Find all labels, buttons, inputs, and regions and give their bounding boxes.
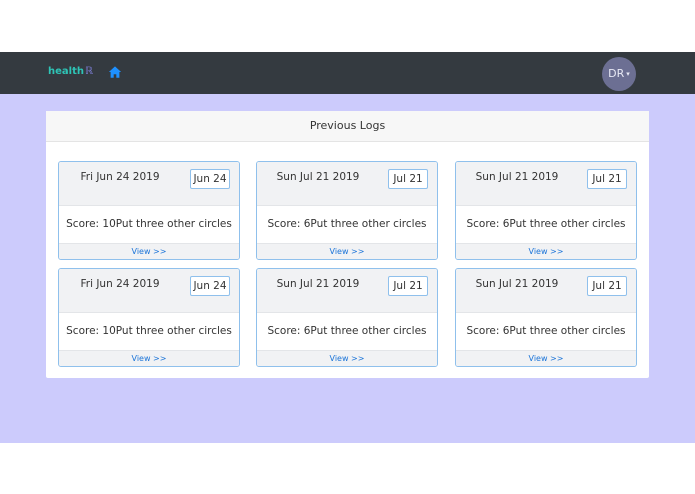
card-date: Sun Jul 21 2019 — [276, 278, 360, 290]
avatar-initials: DR — [608, 67, 625, 80]
card-score: Score: 6Put three other circles — [257, 206, 437, 243]
view-link[interactable]: View >> — [456, 350, 636, 366]
card-header: Sun Jul 21 2019 Jul 21 — [456, 162, 636, 206]
log-card: Sun Jul 21 2019 Jul 21 Score: 6Put three… — [455, 161, 637, 260]
previous-logs-panel: Previous Logs Fri Jun 24 2019 Jun 24 Sco… — [46, 111, 649, 378]
card-score: Score: 6Put three other circles — [456, 313, 636, 350]
view-link[interactable]: View >> — [59, 243, 239, 259]
card-header: Fri Jun 24 2019 Jun 24 — [59, 269, 239, 313]
card-date-badge: Jun 24 — [190, 169, 230, 189]
user-avatar-menu[interactable]: DR ▾ — [602, 57, 636, 91]
card-score: Score: 6Put three other circles — [456, 206, 636, 243]
chevron-down-icon: ▾ — [626, 70, 630, 78]
home-icon[interactable] — [108, 65, 122, 79]
card-score: Score: 6Put three other circles — [257, 313, 437, 350]
brand-logo[interactable]: healthℝ — [48, 66, 93, 77]
brand-text: health — [48, 66, 84, 77]
main-content: Previous Logs Fri Jun 24 2019 Jun 24 Sco… — [0, 94, 695, 443]
card-date: Fri Jun 24 2019 — [80, 278, 160, 290]
card-header: Sun Jul 21 2019 Jul 21 — [257, 162, 437, 206]
card-date-badge: Jul 21 — [587, 276, 627, 296]
view-link[interactable]: View >> — [257, 350, 437, 366]
view-link[interactable]: View >> — [456, 243, 636, 259]
view-link[interactable]: View >> — [59, 350, 239, 366]
log-card: Fri Jun 24 2019 Jun 24 Score: 10Put thre… — [58, 268, 240, 367]
card-date-badge: Jul 21 — [587, 169, 627, 189]
card-score: Score: 10Put three other circles — [59, 206, 239, 243]
panel-title: Previous Logs — [46, 111, 649, 142]
card-date: Fri Jun 24 2019 — [80, 171, 160, 183]
card-score: Score: 10Put three other circles — [59, 313, 239, 350]
card-date-badge: Jun 24 — [190, 276, 230, 296]
log-card: Fri Jun 24 2019 Jun 24 Score: 10Put thre… — [58, 161, 240, 260]
card-date: Sun Jul 21 2019 — [475, 278, 559, 290]
card-date: Sun Jul 21 2019 — [276, 171, 360, 183]
card-header: Sun Jul 21 2019 Jul 21 — [456, 269, 636, 313]
log-card: Sun Jul 21 2019 Jul 21 Score: 6Put three… — [256, 161, 438, 260]
brand-rx-mark: ℝ — [84, 66, 93, 77]
log-card: Sun Jul 21 2019 Jul 21 Score: 6Put three… — [256, 268, 438, 367]
card-date: Sun Jul 21 2019 — [475, 171, 559, 183]
card-date-badge: Jul 21 — [388, 276, 428, 296]
card-date-badge: Jul 21 — [388, 169, 428, 189]
log-card: Sun Jul 21 2019 Jul 21 Score: 6Put three… — [455, 268, 637, 367]
view-link[interactable]: View >> — [257, 243, 437, 259]
card-header: Fri Jun 24 2019 Jun 24 — [59, 162, 239, 206]
navbar: healthℝ — [0, 52, 695, 94]
card-header: Sun Jul 21 2019 Jul 21 — [257, 269, 437, 313]
